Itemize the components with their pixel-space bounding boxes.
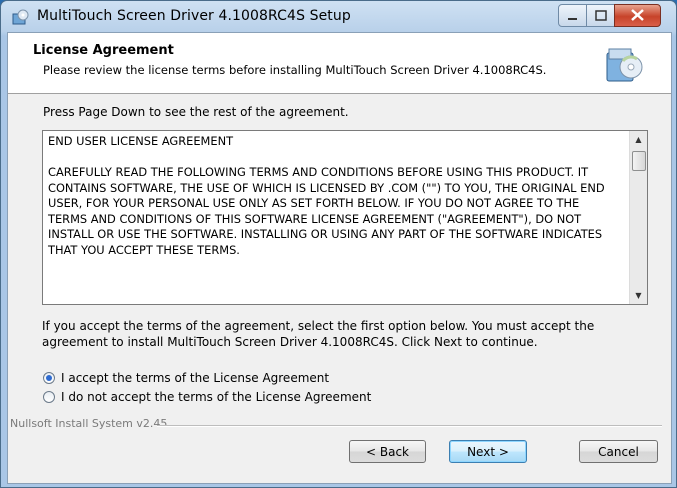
page-header: License Agreement Please review the lice… (8, 33, 671, 94)
page-down-hint: Press Page Down to see the rest of the a… (43, 105, 349, 119)
accept-radio[interactable] (43, 372, 55, 384)
license-text-box[interactable]: END USER LICENSE AGREEMENT CAREFULLY REA… (42, 130, 648, 305)
close-icon (631, 9, 644, 21)
maximize-button[interactable] (586, 4, 616, 27)
vertical-scrollbar[interactable]: ▲ ▼ (629, 131, 647, 304)
back-button[interactable]: < Back (349, 440, 426, 463)
license-text: END USER LICENSE AGREEMENT CAREFULLY REA… (48, 134, 605, 257)
dialog-body: License Agreement Please review the lice… (7, 32, 672, 484)
accept-instructions: If you accept the terms of the agreement… (42, 319, 595, 349)
maximize-icon (595, 10, 607, 21)
next-button[interactable]: Next > (449, 440, 527, 463)
close-button[interactable] (614, 4, 661, 27)
scrollbar-thumb[interactable] (632, 151, 646, 171)
accept-option[interactable]: I accept the terms of the License Agreem… (43, 371, 329, 385)
accept-label[interactable]: I accept the terms of the License Agreem… (61, 371, 329, 385)
decline-radio[interactable] (43, 391, 55, 403)
title-bar[interactable]: MultiTouch Screen Driver 4.1008RC4S Setu… (1, 1, 676, 33)
installer-app-icon (12, 9, 29, 25)
decline-option[interactable]: I do not accept the terms of the License… (43, 390, 371, 404)
window-title: MultiTouch Screen Driver 4.1008RC4S Setu… (37, 8, 351, 24)
installer-header-icon (606, 48, 643, 82)
page-title: License Agreement (33, 43, 174, 58)
branding-divider (157, 425, 662, 427)
minimize-button[interactable] (558, 4, 588, 27)
scroll-down-arrow-icon[interactable]: ▼ (630, 287, 647, 304)
cancel-button[interactable]: Cancel (579, 440, 658, 463)
installer-window: MultiTouch Screen Driver 4.1008RC4S Setu… (0, 0, 677, 488)
minimize-icon (568, 18, 577, 20)
nsis-branding: Nullsoft Install System v2.45 (10, 417, 168, 430)
page-subtitle: Please review the license terms before i… (43, 63, 547, 77)
decline-label[interactable]: I do not accept the terms of the License… (61, 390, 371, 404)
scroll-up-arrow-icon[interactable]: ▲ (630, 131, 647, 148)
